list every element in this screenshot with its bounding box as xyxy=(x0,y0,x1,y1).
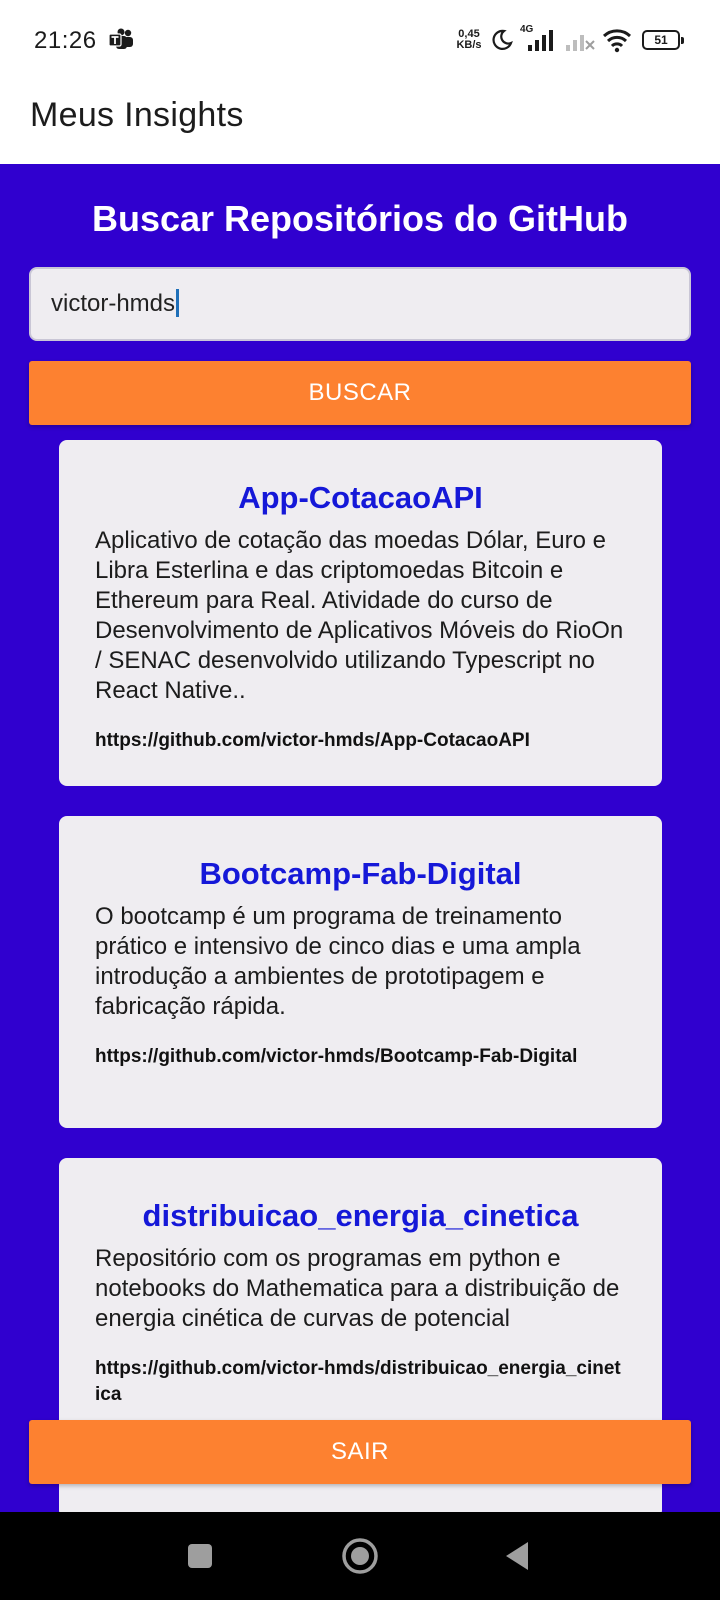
repo-description: Repositório com os programas em python e… xyxy=(95,1245,620,1332)
network-speed: 0,45 KB/s xyxy=(454,29,484,51)
recents-square-icon[interactable] xyxy=(186,1536,214,1576)
system-nav-bar xyxy=(0,1512,720,1600)
repo-name: distribuicao_energia_cinetica xyxy=(142,1198,579,1233)
signal-strength-icon xyxy=(528,30,553,51)
signal-4g: 4G xyxy=(520,24,558,54)
repo-url[interactable]: https://github.com/victor-hmds/distribui… xyxy=(95,1356,626,1408)
repo-list[interactable]: App-CotacaoAPI Aplicativo de cotação das… xyxy=(0,440,720,1512)
app-title: Meus Insights xyxy=(30,96,244,134)
moon-icon xyxy=(492,29,513,50)
repo-name: App-CotacaoAPI xyxy=(238,480,483,515)
page-heading: Buscar Repositórios do GitHub xyxy=(91,198,629,239)
status-time: 21:26 xyxy=(34,27,97,54)
repo-name: Bootcamp-Fab-Digital xyxy=(199,856,522,891)
search-input[interactable]: victor-hmds xyxy=(29,267,691,341)
search-button[interactable]: BUSCAR xyxy=(29,361,691,425)
teams-icon xyxy=(108,28,133,49)
home-circle-icon[interactable] xyxy=(340,1536,380,1576)
main-content: Buscar Repositórios do GitHub victor-hmd… xyxy=(0,164,720,1512)
repo-card[interactable]: Bootcamp-Fab-Digital O bootcamp é um pro… xyxy=(59,816,662,1128)
status-bar: 21:26 0,45 KB/s 4G 51 xyxy=(0,0,720,82)
repo-url[interactable]: https://github.com/victor-hmds/App-Cotac… xyxy=(95,728,626,754)
repo-description: O bootcamp é um programa de treinamento … xyxy=(95,903,581,1020)
battery-indicator: 51 xyxy=(642,30,684,50)
back-triangle-icon[interactable] xyxy=(502,1536,532,1576)
exit-button[interactable]: SAIR xyxy=(29,1420,691,1484)
network-speed-unit: KB/s xyxy=(456,39,482,51)
signal-no-service-icon xyxy=(566,35,595,51)
repo-card[interactable]: App-CotacaoAPI Aplicativo de cotação das… xyxy=(59,440,662,786)
wifi-icon xyxy=(602,29,632,53)
repo-url[interactable]: https://github.com/victor-hmds/Bootcamp-… xyxy=(95,1044,626,1070)
repo-description: Aplicativo de cotação das moedas Dólar, … xyxy=(95,527,624,704)
search-input-value: victor-hmds xyxy=(51,290,176,317)
text-cursor xyxy=(176,289,180,317)
app-bar: Meus Insights xyxy=(0,82,720,164)
